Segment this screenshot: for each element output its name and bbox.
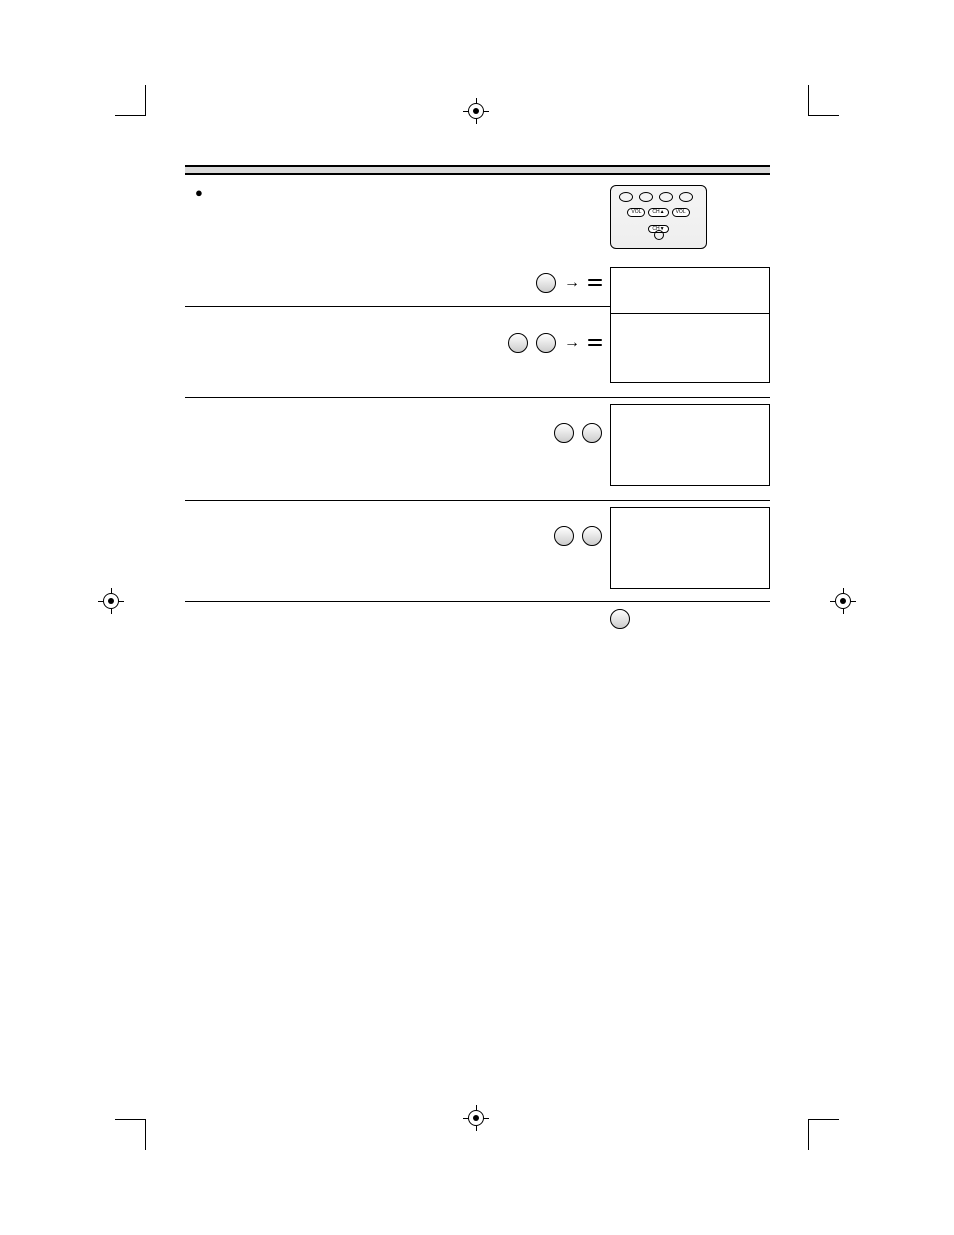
screen-auto-off-box	[610, 507, 770, 589]
button-diagram-menu-ch: →	[209, 271, 602, 294]
screen-auto-input-auto	[610, 404, 770, 488]
screen-setup-box	[610, 313, 770, 383]
tv-box: VOL CH▲ VOL CH▼	[610, 185, 707, 249]
ch-dn-button-icon	[588, 344, 602, 346]
tv-vol-plus-btn: VOL	[672, 208, 690, 217]
footer	[185, 1098, 770, 1110]
registration-target-top	[463, 98, 489, 124]
page-content: ● VOL CH▲ VOL CH▼	[185, 165, 770, 635]
ch-up-button-icon	[588, 279, 602, 281]
screen-auto-input-off	[610, 507, 770, 589]
vol-minus-button-icon	[508, 333, 528, 353]
step-number	[185, 313, 209, 314]
step-number	[185, 267, 209, 268]
step-number	[185, 253, 209, 254]
vol-minus-button-icon	[554, 423, 574, 443]
button-diagram-vol-ch: →	[209, 331, 602, 354]
button-diagram-menu	[610, 608, 770, 629]
vol-plus-button-icon	[582, 423, 602, 443]
ch-dn-button-icon	[588, 284, 602, 286]
step-4	[185, 404, 770, 501]
step-number	[185, 507, 209, 508]
step-text: →	[209, 253, 610, 294]
step-text	[209, 404, 610, 443]
step-text: →	[209, 313, 610, 354]
menu-button-icon	[610, 609, 630, 629]
step-5	[185, 507, 770, 602]
ch-up-button-icon	[588, 339, 602, 341]
step-number	[185, 404, 209, 405]
tv-ch-up-btn: CH▲	[648, 208, 668, 217]
tv-front-panel-diagram: VOL CH▲ VOL CH▼	[610, 185, 770, 249]
registration-target-right	[830, 588, 856, 614]
screen-auto-auto-box	[610, 404, 770, 486]
bullet-icon: ●	[185, 185, 213, 200]
vol-plus-button-icon	[582, 526, 602, 546]
arrow-icon: →	[564, 331, 580, 354]
step-number	[185, 608, 209, 609]
steps-list: →	[185, 267, 770, 635]
tv-vol-minus-btn: VOL	[627, 208, 645, 217]
menu-button-icon	[536, 273, 556, 293]
vol-minus-button-icon	[554, 526, 574, 546]
tv-menu-btn	[654, 230, 664, 240]
step-6	[185, 608, 770, 635]
arrow-icon: →	[564, 271, 580, 294]
button-diagram-vol	[209, 422, 602, 443]
section-title-bar	[185, 165, 770, 175]
button-diagram-vol	[209, 525, 602, 546]
intro-row: ● VOL CH▲ VOL CH▼	[185, 185, 770, 249]
step-3: →	[185, 313, 770, 398]
registration-target-left	[98, 588, 124, 614]
vol-plus-button-icon	[536, 333, 556, 353]
step-text	[209, 507, 610, 546]
screen-setup	[610, 313, 770, 385]
